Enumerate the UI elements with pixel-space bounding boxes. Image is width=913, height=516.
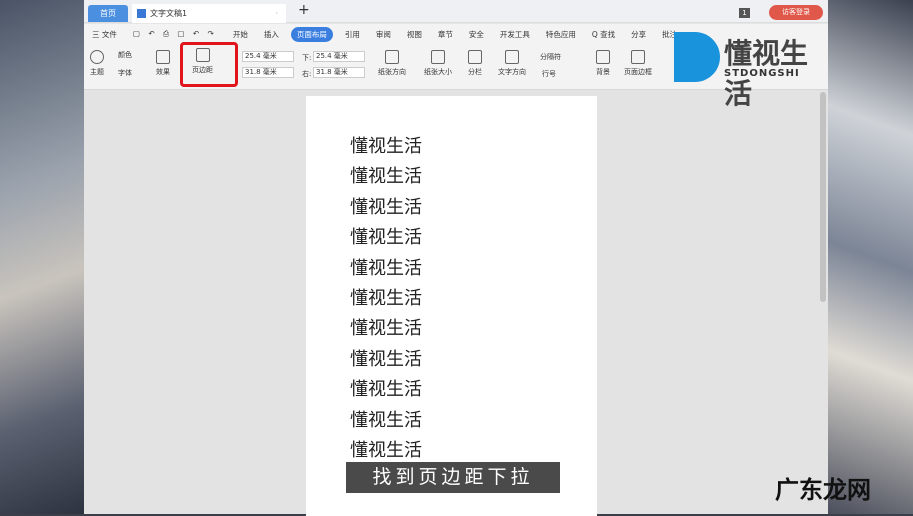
text-line: 懂视生活 xyxy=(350,379,422,401)
line-number-button[interactable]: 行号 xyxy=(542,69,556,79)
desktop-wallpaper-right xyxy=(828,0,913,514)
label: 分隔符 xyxy=(540,53,561,61)
paper-size-button[interactable]: 纸张大小 xyxy=(424,50,452,77)
corner-watermark: 广东龙网 xyxy=(775,476,871,504)
desktop-wallpaper-left xyxy=(0,0,84,514)
orientation-button[interactable]: 纸张方向 xyxy=(378,50,406,77)
window-count-badge: 1 xyxy=(739,8,750,18)
watermark-logo: 懂视生活 STDONGSHI xyxy=(674,32,824,110)
paper-size-icon xyxy=(431,50,445,64)
background-button[interactable]: 背景 xyxy=(596,50,610,77)
logo-d-icon xyxy=(674,32,720,82)
bottom-label: 下: xyxy=(302,54,312,62)
document-page[interactable]: 懂视生活 懂视生活 懂视生活 懂视生活 懂视生活 懂视生活 懂视生活 懂视生活 … xyxy=(306,96,597,516)
label: 颜色 xyxy=(118,51,132,59)
tab-label: 文字文稿1 xyxy=(150,9,188,18)
menu-file[interactable]: 三 文件 xyxy=(92,29,117,40)
page-border-button[interactable]: 页面边框 xyxy=(624,50,652,77)
quick-access-icons[interactable]: ▢ ↶ ⎙ ▢ ↶ ↷ xyxy=(133,29,217,39)
menu-share[interactable]: 分享 xyxy=(631,29,646,40)
page-border-icon xyxy=(631,50,645,64)
menu-review[interactable]: 审阅 xyxy=(376,29,391,40)
orientation-icon xyxy=(385,50,399,64)
bottom-margin-input[interactable]: 25.4 毫米 xyxy=(313,51,365,62)
menu-features[interactable]: 特色应用 xyxy=(546,29,576,40)
wps-writer-window: 首页 文字文稿1 · + 1 访客登录 三 文件 ▢ ↶ ⎙ ▢ ↶ ↷ 开始 插… xyxy=(84,0,828,516)
text-line: 懂视生活 xyxy=(350,318,422,340)
menu-search[interactable]: Q 查找 xyxy=(592,29,615,40)
left-margin-input[interactable]: 31.8 毫米 xyxy=(242,67,294,78)
login-button[interactable]: 访客登录 xyxy=(769,5,823,20)
document-icon xyxy=(137,9,146,18)
effect-button[interactable]: 效果 xyxy=(156,50,170,77)
top-margin-input[interactable]: 25.4 毫米 xyxy=(242,51,294,62)
text-line: 懂视生活 xyxy=(350,348,422,370)
video-subtitle: 找到页边距下拉 xyxy=(346,462,560,493)
label: 背景 xyxy=(596,68,610,76)
right-label: 右: xyxy=(302,70,312,78)
text-line: 懂视生活 xyxy=(350,166,422,188)
columns-button[interactable]: 分栏 xyxy=(468,50,482,77)
vertical-scrollbar[interactable] xyxy=(820,92,826,302)
menu-view[interactable]: 视图 xyxy=(407,29,422,40)
label: 主题 xyxy=(90,68,104,76)
color-button[interactable]: 颜色 xyxy=(118,50,132,60)
columns-icon xyxy=(468,50,482,64)
highlight-box xyxy=(180,42,238,87)
theme-button[interactable]: 主题 xyxy=(90,50,104,77)
label: 行号 xyxy=(542,70,556,78)
breaks-button[interactable]: 分隔符 xyxy=(540,52,561,62)
logo-subtitle: STDONGSHI xyxy=(724,68,800,79)
label: 效果 xyxy=(156,68,170,76)
menu-developer[interactable]: 开发工具 xyxy=(500,29,530,40)
label: 纸张方向 xyxy=(378,68,406,76)
text-direction-button[interactable]: 文字方向 xyxy=(498,50,526,77)
tab-home[interactable]: 首页 xyxy=(88,5,128,22)
text-line: 懂视生活 xyxy=(350,257,422,279)
new-tab-button[interactable]: + xyxy=(298,2,310,18)
text-line: 懂视生活 xyxy=(350,196,422,218)
menu-references[interactable]: 引用 xyxy=(345,29,360,40)
font-button[interactable]: 字体 xyxy=(118,68,132,78)
label: 字体 xyxy=(118,69,132,77)
effect-icon xyxy=(156,50,170,64)
text-line: 懂视生活 xyxy=(350,136,422,157)
right-margin-input[interactable]: 31.8 毫米 xyxy=(313,67,365,78)
text-line: 懂视生活 xyxy=(350,409,422,431)
label: 分栏 xyxy=(468,68,482,76)
document-canvas: 懂视生活 懂视生活 懂视生活 懂视生活 懂视生活 懂视生活 懂视生活 懂视生活 … xyxy=(84,90,828,516)
menu-insert[interactable]: 插入 xyxy=(264,29,279,40)
tab-bar: 首页 文字文稿1 · + 1 访客登录 xyxy=(84,0,828,23)
label: 文字方向 xyxy=(498,68,526,76)
menu-security[interactable]: 安全 xyxy=(469,29,484,40)
close-icon[interactable]: · xyxy=(275,4,278,23)
background-icon xyxy=(596,50,610,64)
menu-chapter[interactable]: 章节 xyxy=(438,29,453,40)
palette-icon xyxy=(90,50,104,64)
document-body[interactable]: 懂视生活 懂视生活 懂视生活 懂视生活 懂视生活 懂视生活 懂视生活 懂视生活 … xyxy=(350,132,422,466)
text-direction-icon xyxy=(505,50,519,64)
label: 纸张大小 xyxy=(424,68,452,76)
menu-page-layout[interactable]: 页面布局 xyxy=(290,26,333,42)
label: 页面边框 xyxy=(624,68,652,76)
tab-document[interactable]: 文字文稿1 · xyxy=(132,4,286,23)
text-line: 懂视生活 xyxy=(350,287,422,309)
menu-start[interactable]: 开始 xyxy=(233,29,248,40)
text-line: 懂视生活 xyxy=(350,227,422,249)
